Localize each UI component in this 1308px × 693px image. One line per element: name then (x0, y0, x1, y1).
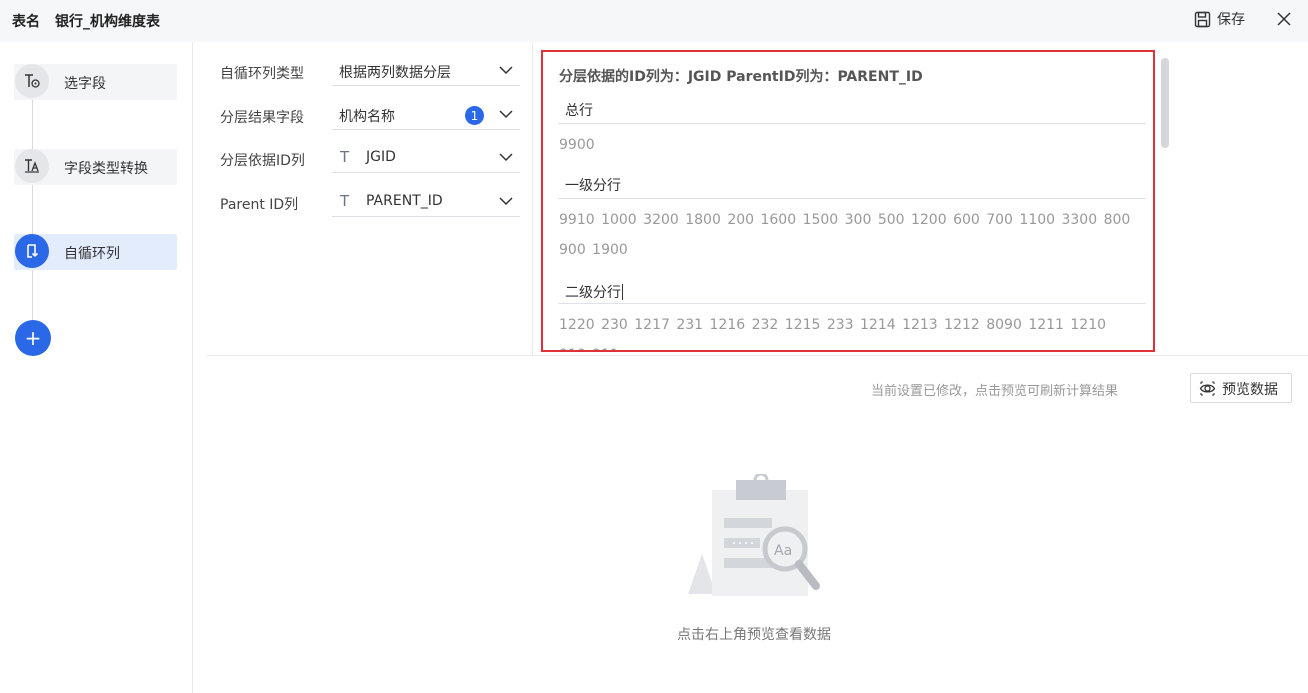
level-name: 总行 (565, 103, 593, 119)
table-name-label: 表名 (12, 14, 40, 30)
step-label: 字段类型转换 (64, 161, 148, 177)
empty-state-text: 点击右上角预览查看数据 (677, 627, 831, 643)
svg-text:Aa: Aa (774, 543, 792, 559)
text-type-icon: T (340, 148, 350, 166)
parent-column-label: Parent ID列 (220, 197, 299, 213)
field-select-icon (15, 64, 49, 98)
loop-type-select[interactable]: 根据两列数据分层 (332, 56, 520, 86)
table-name: 银行_机构维度表 (55, 14, 160, 30)
id-column-label: 分层依据ID列 (220, 153, 305, 169)
form-row-parent-column: Parent ID列 T PARENT_ID (207, 187, 533, 217)
level-name: 一级分行 (565, 178, 621, 194)
step-connector (32, 82, 33, 337)
chevron-down-icon (499, 197, 513, 206)
form-row-id-column: 分层依据ID列 T JGID (207, 143, 533, 173)
level-divider (558, 198, 1146, 199)
save-button-label: 保存 (1217, 12, 1245, 28)
result-field-label: 分层结果字段 (220, 110, 304, 126)
step-loop-column[interactable]: 自循环列 (14, 234, 177, 270)
step-sidebar: 选字段 字段类型转换 自循环列 + (0, 42, 193, 693)
scrollbar-thumb[interactable] (1161, 58, 1169, 148)
section-divider (207, 355, 1308, 356)
loop-column-icon (15, 234, 49, 268)
add-step-button[interactable]: + (15, 320, 51, 356)
text-type-icon: T (340, 192, 350, 210)
level-values: 9900 (559, 137, 595, 153)
chevron-down-icon (499, 66, 513, 75)
selection-count-badge: 1 (465, 106, 484, 125)
chevron-down-icon (499, 110, 513, 119)
step-type-convert[interactable]: 字段类型转换 (14, 149, 177, 185)
preview-data-button[interactable]: 预览数据 (1190, 373, 1292, 403)
hierarchy-title: 分层依据的ID列为：JGID ParentID列为：PARENT_ID (559, 69, 923, 85)
loop-type-value: 根据两列数据分层 (339, 65, 451, 81)
top-header: 表名 银行_机构维度表 保存 (0, 0, 1308, 42)
preview-button-label: 预览数据 (1222, 382, 1278, 398)
result-field-select[interactable]: 机构名称 1 (332, 100, 520, 130)
level-divider (558, 303, 1146, 304)
close-icon[interactable] (1274, 9, 1294, 29)
id-column-select[interactable]: T JGID (332, 143, 520, 173)
level-divider (558, 123, 1146, 124)
type-convert-icon (15, 149, 49, 183)
eye-icon (1199, 381, 1216, 396)
form-row-loop-type: 自循环列类型 根据两列数据分层 (207, 56, 533, 86)
empty-clipboard-illustration: Aa (688, 474, 820, 596)
step-label: 选字段 (64, 76, 106, 92)
hierarchy-preview: 分层依据的ID列为：JGID ParentID列为：PARENT_ID 总行 9… (541, 50, 1155, 352)
step-label: 自循环列 (64, 246, 120, 262)
text-caret (622, 284, 623, 300)
result-field-value: 机构名称 (339, 109, 395, 125)
parent-column-value: PARENT_ID (366, 193, 443, 209)
level-values: 1220 230 1217 231 1216 232 1215 233 1214… (559, 317, 1107, 350)
parent-column-select[interactable]: T PARENT_ID (332, 187, 520, 217)
plus-icon: + (24, 326, 42, 350)
save-button[interactable]: 保存 (1194, 8, 1245, 30)
config-panel: 自循环列类型 根据两列数据分层 分层结果字段 机构名称 1 分层依据ID列 T … (207, 42, 533, 356)
chevron-down-icon (499, 153, 513, 162)
save-icon (1194, 11, 1211, 27)
form-row-result-field: 分层结果字段 机构名称 1 (207, 100, 533, 130)
step-select-fields[interactable]: 选字段 (14, 64, 177, 100)
level-name-text: 二级分行 (565, 285, 621, 301)
id-column-value: JGID (366, 149, 396, 165)
loop-type-label: 自循环列类型 (220, 66, 304, 82)
level-values: 9910 1000 3200 1800 200 1600 1500 300 50… (559, 212, 1131, 258)
level-name-editing[interactable]: 二级分行 (565, 282, 623, 302)
modified-notice: 当前设置已修改，点击预览可刷新计算结果 (871, 384, 1119, 399)
